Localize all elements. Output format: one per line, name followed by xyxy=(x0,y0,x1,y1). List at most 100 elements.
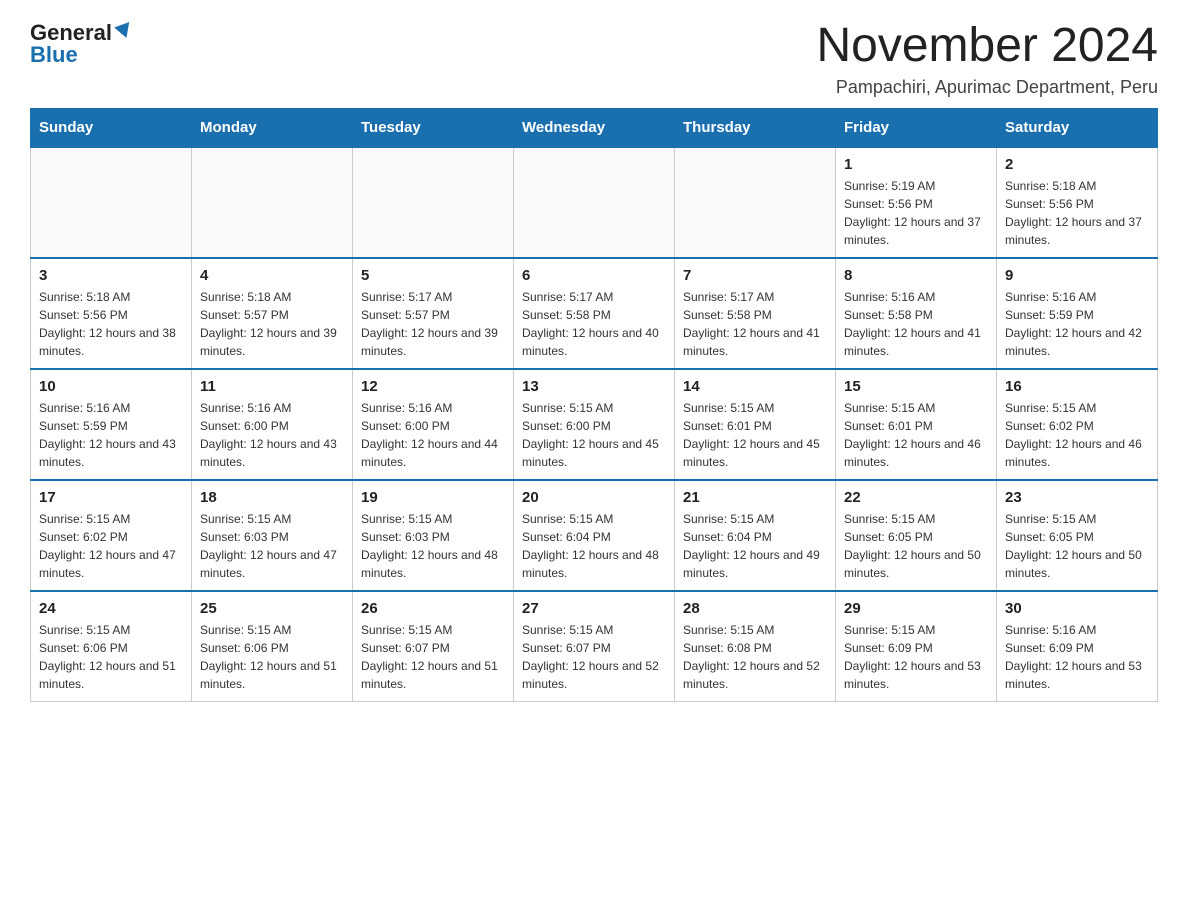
day-number: 22 xyxy=(844,489,988,506)
calendar-cell: 10 Sunrise: 5:16 AMSunset: 5:59 PMDayligh… xyxy=(31,369,192,480)
day-number: 25 xyxy=(200,600,344,617)
calendar-week-row: 1Sunrise: 5:19 AMSunset: 5:56 PMDaylight… xyxy=(31,147,1158,258)
day-info: Sunrise: 5:16 AMSunset: 5:59 PMDaylight:… xyxy=(39,399,183,471)
day-number: 20 xyxy=(522,489,666,506)
calendar-table: SundayMondayTuesdayWednesdayThursdayFrid… xyxy=(30,108,1158,702)
calendar-cell xyxy=(192,147,353,258)
calendar-cell: 13 Sunrise: 5:15 AMSunset: 6:00 PMDayligh… xyxy=(514,369,675,480)
calendar-cell: 8 Sunrise: 5:16 AMSunset: 5:58 PMDaylight… xyxy=(836,258,997,369)
day-info: Sunrise: 5:15 AMSunset: 6:03 PMDaylight:… xyxy=(361,510,505,582)
calendar-cell: 20 Sunrise: 5:15 AMSunset: 6:04 PMDayligh… xyxy=(514,480,675,591)
calendar-cell: 21 Sunrise: 5:15 AMSunset: 6:04 PMDayligh… xyxy=(675,480,836,591)
day-info: Sunrise: 5:16 AMSunset: 5:59 PMDaylight:… xyxy=(1005,288,1149,360)
calendar-cell: 28 Sunrise: 5:15 AMSunset: 6:08 PMDayligh… xyxy=(675,591,836,702)
day-number: 12 xyxy=(361,378,505,395)
day-number: 5 xyxy=(361,267,505,284)
day-number: 4 xyxy=(200,267,344,284)
day-number: 21 xyxy=(683,489,827,506)
day-info: Sunrise: 5:17 AMSunset: 5:58 PMDaylight:… xyxy=(522,288,666,360)
day-info: Sunrise: 5:18 AMSunset: 5:56 PMDaylight:… xyxy=(39,288,183,360)
calendar-cell: 24 Sunrise: 5:15 AMSunset: 6:06 PMDayligh… xyxy=(31,591,192,702)
calendar-cell: 25 Sunrise: 5:15 AMSunset: 6:06 PMDayligh… xyxy=(192,591,353,702)
logo-blue-text: Blue xyxy=(30,42,78,68)
weekday-header-saturday: Saturday xyxy=(997,108,1158,147)
day-info: Sunrise: 5:19 AMSunset: 5:56 PMDaylight:… xyxy=(844,177,988,249)
calendar-cell: 5 Sunrise: 5:17 AMSunset: 5:57 PMDaylight… xyxy=(353,258,514,369)
day-number: 13 xyxy=(522,378,666,395)
day-info: Sunrise: 5:15 AMSunset: 6:05 PMDaylight:… xyxy=(844,510,988,582)
day-info: Sunrise: 5:15 AMSunset: 6:04 PMDaylight:… xyxy=(522,510,666,582)
day-number: 24 xyxy=(39,600,183,617)
day-info: Sunrise: 5:16 AMSunset: 6:09 PMDaylight:… xyxy=(1005,621,1149,693)
calendar-cell: 17Sunrise: 5:15 AMSunset: 6:02 PMDayligh… xyxy=(31,480,192,591)
calendar-cell: 19 Sunrise: 5:15 AMSunset: 6:03 PMDayligh… xyxy=(353,480,514,591)
day-number: 17 xyxy=(39,489,183,506)
day-info: Sunrise: 5:15 AMSunset: 6:04 PMDaylight:… xyxy=(683,510,827,582)
calendar-cell xyxy=(31,147,192,258)
day-number: 9 xyxy=(1005,267,1149,284)
day-info: Sunrise: 5:15 AMSunset: 6:01 PMDaylight:… xyxy=(683,399,827,471)
calendar-cell: 29 Sunrise: 5:15 AMSunset: 6:09 PMDayligh… xyxy=(836,591,997,702)
day-info: Sunrise: 5:15 AMSunset: 6:07 PMDaylight:… xyxy=(361,621,505,693)
day-info: Sunrise: 5:17 AMSunset: 5:58 PMDaylight:… xyxy=(683,288,827,360)
day-info: Sunrise: 5:17 AMSunset: 5:57 PMDaylight:… xyxy=(361,288,505,360)
page-header: General Blue November 2024 Pampachiri, A… xyxy=(30,20,1158,98)
day-number: 28 xyxy=(683,600,827,617)
calendar-week-row: 10 Sunrise: 5:16 AMSunset: 5:59 PMDayligh… xyxy=(31,369,1158,480)
calendar-cell: 11Sunrise: 5:16 AMSunset: 6:00 PMDayligh… xyxy=(192,369,353,480)
logo-arrow-icon xyxy=(114,20,136,42)
calendar-body: 1Sunrise: 5:19 AMSunset: 5:56 PMDaylight… xyxy=(31,147,1158,702)
title-block: November 2024 Pampachiri, Apurimac Depar… xyxy=(816,20,1158,98)
day-number: 15 xyxy=(844,378,988,395)
calendar-cell: 22 Sunrise: 5:15 AMSunset: 6:05 PMDayligh… xyxy=(836,480,997,591)
day-info: Sunrise: 5:16 AMSunset: 5:58 PMDaylight:… xyxy=(844,288,988,360)
calendar-header: SundayMondayTuesdayWednesdayThursdayFrid… xyxy=(31,108,1158,147)
calendar-cell: 30 Sunrise: 5:16 AMSunset: 6:09 PMDayligh… xyxy=(997,591,1158,702)
calendar-cell: 14 Sunrise: 5:15 AMSunset: 6:01 PMDayligh… xyxy=(675,369,836,480)
logo: General Blue xyxy=(30,20,136,68)
day-info: Sunrise: 5:15 AMSunset: 6:07 PMDaylight:… xyxy=(522,621,666,693)
day-number: 10 xyxy=(39,378,183,395)
day-info: Sunrise: 5:18 AMSunset: 5:57 PMDaylight:… xyxy=(200,288,344,360)
day-number: 8 xyxy=(844,267,988,284)
day-number: 29 xyxy=(844,600,988,617)
day-info: Sunrise: 5:15 AMSunset: 6:03 PMDaylight:… xyxy=(200,510,344,582)
calendar-week-row: 3Sunrise: 5:18 AMSunset: 5:56 PMDaylight… xyxy=(31,258,1158,369)
calendar-cell xyxy=(514,147,675,258)
weekday-header-row: SundayMondayTuesdayWednesdayThursdayFrid… xyxy=(31,108,1158,147)
calendar-title: November 2024 xyxy=(816,20,1158,73)
calendar-cell: 6 Sunrise: 5:17 AMSunset: 5:58 PMDaylight… xyxy=(514,258,675,369)
day-info: Sunrise: 5:16 AMSunset: 6:00 PMDaylight:… xyxy=(361,399,505,471)
day-info: Sunrise: 5:18 AMSunset: 5:56 PMDaylight:… xyxy=(1005,177,1149,249)
day-info: Sunrise: 5:15 AMSunset: 6:00 PMDaylight:… xyxy=(522,399,666,471)
day-info: Sunrise: 5:15 AMSunset: 6:08 PMDaylight:… xyxy=(683,621,827,693)
weekday-header-tuesday: Tuesday xyxy=(353,108,514,147)
weekday-header-monday: Monday xyxy=(192,108,353,147)
day-number: 2 xyxy=(1005,156,1149,173)
day-number: 14 xyxy=(683,378,827,395)
weekday-header-sunday: Sunday xyxy=(31,108,192,147)
calendar-cell: 4 Sunrise: 5:18 AMSunset: 5:57 PMDaylight… xyxy=(192,258,353,369)
weekday-header-thursday: Thursday xyxy=(675,108,836,147)
day-number: 26 xyxy=(361,600,505,617)
calendar-cell xyxy=(353,147,514,258)
calendar-subtitle: Pampachiri, Apurimac Department, Peru xyxy=(816,77,1158,98)
calendar-cell: 27Sunrise: 5:15 AMSunset: 6:07 PMDayligh… xyxy=(514,591,675,702)
calendar-cell: 23Sunrise: 5:15 AMSunset: 6:05 PMDayligh… xyxy=(997,480,1158,591)
day-info: Sunrise: 5:15 AMSunset: 6:06 PMDaylight:… xyxy=(39,621,183,693)
calendar-cell: 26 Sunrise: 5:15 AMSunset: 6:07 PMDayligh… xyxy=(353,591,514,702)
day-number: 7 xyxy=(683,267,827,284)
calendar-cell: 15 Sunrise: 5:15 AMSunset: 6:01 PMDayligh… xyxy=(836,369,997,480)
day-number: 11 xyxy=(200,378,344,395)
day-number: 19 xyxy=(361,489,505,506)
day-info: Sunrise: 5:15 AMSunset: 6:09 PMDaylight:… xyxy=(844,621,988,693)
day-info: Sunrise: 5:15 AMSunset: 6:05 PMDaylight:… xyxy=(1005,510,1149,582)
day-info: Sunrise: 5:15 AMSunset: 6:01 PMDaylight:… xyxy=(844,399,988,471)
day-number: 18 xyxy=(200,489,344,506)
day-info: Sunrise: 5:15 AMSunset: 6:06 PMDaylight:… xyxy=(200,621,344,693)
calendar-cell: 18 Sunrise: 5:15 AMSunset: 6:03 PMDayligh… xyxy=(192,480,353,591)
weekday-header-wednesday: Wednesday xyxy=(514,108,675,147)
day-number: 30 xyxy=(1005,600,1149,617)
calendar-week-row: 17Sunrise: 5:15 AMSunset: 6:02 PMDayligh… xyxy=(31,480,1158,591)
day-number: 6 xyxy=(522,267,666,284)
